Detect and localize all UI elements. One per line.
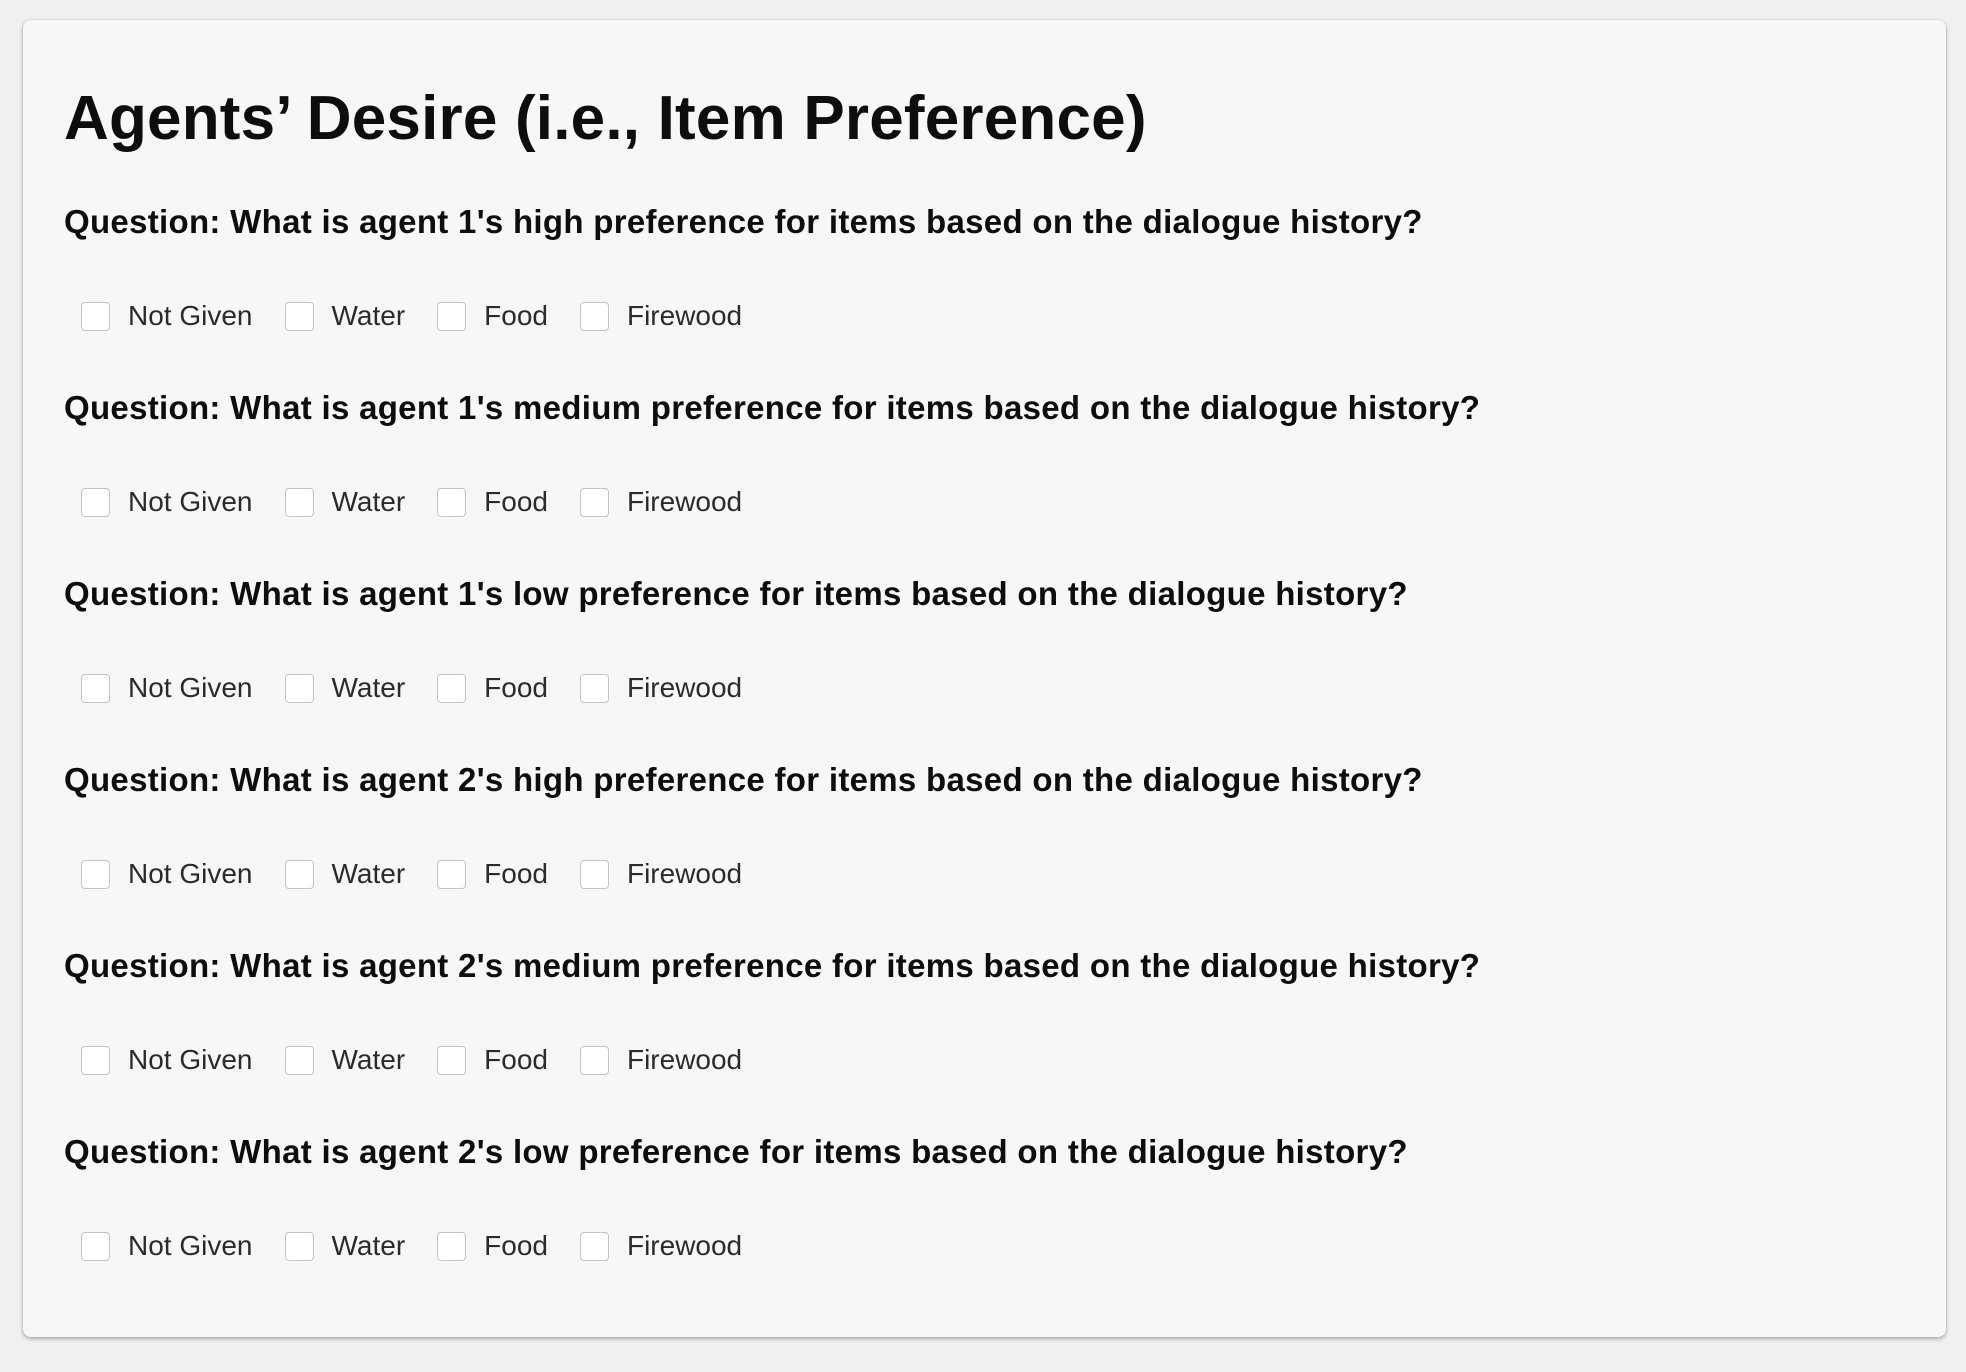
checkbox[interactable] xyxy=(437,673,467,703)
question-agent1-medium: Question: What is agent 1's medium prefe… xyxy=(64,388,1904,522)
checkbox[interactable] xyxy=(437,1045,467,1075)
checkbox[interactable] xyxy=(81,487,110,517)
checkbox[interactable] xyxy=(284,487,314,517)
question-text: Question: What is agent 1's high prefere… xyxy=(64,203,1423,240)
option-food[interactable]: Food xyxy=(437,1230,548,1262)
option-label: Firewood xyxy=(626,1230,743,1261)
option-firewood[interactable]: Firewood xyxy=(579,300,743,332)
option-label: Water xyxy=(331,672,406,703)
question-text: Question: What is agent 1's medium prefe… xyxy=(64,389,1481,426)
option-label: Food xyxy=(484,672,548,703)
checkbox[interactable] xyxy=(284,301,314,331)
checkbox[interactable] xyxy=(284,1231,314,1261)
option-label: Not Given xyxy=(128,1044,253,1075)
option-label: Food xyxy=(484,1044,548,1075)
checkbox[interactable] xyxy=(284,673,314,703)
question-text: Question: What is agent 2's low preferen… xyxy=(64,1133,1408,1170)
option-label: Water xyxy=(331,1044,406,1075)
checkbox[interactable] xyxy=(437,487,467,517)
option-label: Firewood xyxy=(626,1044,743,1075)
question-text: Question: What is agent 1's low preferen… xyxy=(64,575,1408,612)
option-label: Not Given xyxy=(128,1230,253,1261)
checkbox[interactable] xyxy=(579,301,609,331)
option-label: Water xyxy=(331,486,406,517)
option-water[interactable]: Water xyxy=(284,486,406,518)
question-text: Question: What is agent 2's medium prefe… xyxy=(64,947,1481,984)
option-not-given[interactable]: Not Given xyxy=(81,858,253,890)
checkbox[interactable] xyxy=(579,1231,609,1261)
option-group: Not Given Water Food Firewood xyxy=(64,482,1904,522)
question-agent2-high: Question: What is agent 2's high prefere… xyxy=(64,760,1904,894)
option-water[interactable]: Water xyxy=(284,1044,406,1076)
option-food[interactable]: Food xyxy=(437,858,548,890)
option-food[interactable]: Food xyxy=(437,486,548,518)
option-firewood[interactable]: Firewood xyxy=(579,1044,743,1076)
checkbox[interactable] xyxy=(81,1045,110,1075)
option-label: Firewood xyxy=(626,858,743,889)
option-label: Food xyxy=(484,486,548,517)
option-food[interactable]: Food xyxy=(437,300,548,332)
option-food[interactable]: Food xyxy=(437,672,548,704)
option-label: Water xyxy=(331,300,406,331)
option-water[interactable]: Water xyxy=(284,672,406,704)
option-water[interactable]: Water xyxy=(284,300,406,332)
checkbox[interactable] xyxy=(579,673,609,703)
checkbox[interactable] xyxy=(81,1231,110,1261)
checkbox[interactable] xyxy=(437,301,467,331)
option-label: Firewood xyxy=(626,672,743,703)
option-not-given[interactable]: Not Given xyxy=(81,672,253,704)
question-agent1-high: Question: What is agent 1's high prefere… xyxy=(64,202,1904,336)
option-label: Food xyxy=(484,858,548,889)
option-label: Water xyxy=(331,1230,406,1261)
checkbox[interactable] xyxy=(437,1231,467,1261)
option-label: Food xyxy=(484,300,548,331)
option-label: Not Given xyxy=(128,858,253,889)
checkbox[interactable] xyxy=(81,859,110,889)
option-label: Water xyxy=(331,858,406,889)
option-food[interactable]: Food xyxy=(437,1044,548,1076)
option-water[interactable]: Water xyxy=(284,1230,406,1262)
option-group: Not Given Water Food Firewood xyxy=(64,1040,1904,1080)
option-firewood[interactable]: Firewood xyxy=(579,1230,743,1262)
question-agent2-medium: Question: What is agent 2's medium prefe… xyxy=(64,946,1904,1080)
checkbox[interactable] xyxy=(284,859,314,889)
checkbox[interactable] xyxy=(437,859,467,889)
form-title: Agents’ Desire (i.e., Item Preference) xyxy=(64,84,1147,153)
preference-form-panel: Agents’ Desire (i.e., Item Preference) Q… xyxy=(23,20,1946,1337)
option-not-given[interactable]: Not Given xyxy=(81,1044,253,1076)
option-water[interactable]: Water xyxy=(284,858,406,890)
option-firewood[interactable]: Firewood xyxy=(579,486,743,518)
option-label: Not Given xyxy=(128,300,253,331)
question-agent1-low: Question: What is agent 1's low preferen… xyxy=(64,574,1904,708)
option-label: Food xyxy=(484,1230,548,1261)
checkbox[interactable] xyxy=(284,1045,314,1075)
option-not-given[interactable]: Not Given xyxy=(81,486,253,518)
option-not-given[interactable]: Not Given xyxy=(81,300,253,332)
option-group: Not Given Water Food Firewood xyxy=(64,1226,1904,1266)
checkbox[interactable] xyxy=(579,487,609,517)
option-group: Not Given Water Food Firewood xyxy=(64,854,1904,894)
checkbox[interactable] xyxy=(579,1045,609,1075)
question-agent2-low: Question: What is agent 2's low preferen… xyxy=(64,1132,1904,1266)
option-firewood[interactable]: Firewood xyxy=(579,858,743,890)
option-label: Firewood xyxy=(626,300,743,331)
option-label: Not Given xyxy=(128,672,253,703)
checkbox[interactable] xyxy=(81,673,110,703)
option-group: Not Given Water Food Firewood xyxy=(64,296,1904,336)
option-label: Not Given xyxy=(128,486,253,517)
option-label: Firewood xyxy=(626,486,743,517)
option-group: Not Given Water Food Firewood xyxy=(64,668,1904,708)
checkbox[interactable] xyxy=(81,301,110,331)
checkbox[interactable] xyxy=(579,859,609,889)
option-not-given[interactable]: Not Given xyxy=(81,1230,253,1262)
question-text: Question: What is agent 2's high prefere… xyxy=(64,761,1423,798)
option-firewood[interactable]: Firewood xyxy=(579,672,743,704)
